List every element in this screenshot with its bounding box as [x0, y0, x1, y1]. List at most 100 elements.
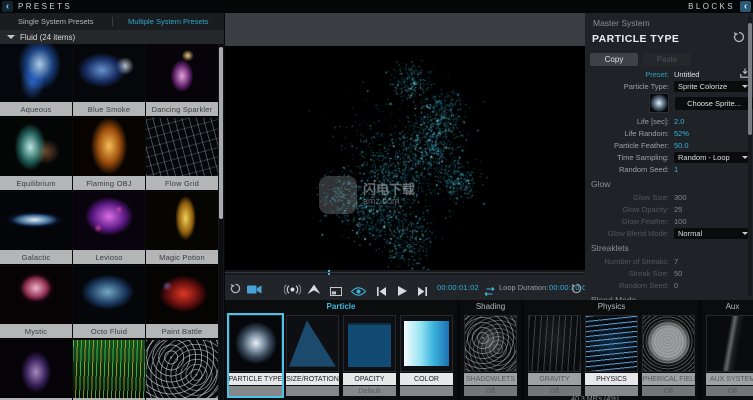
- reset-params-icon[interactable]: [733, 30, 745, 48]
- preset-thumbnail: [73, 340, 145, 398]
- block-card-label: OPACITY: [343, 373, 396, 385]
- param-value[interactable]: Untitled: [674, 70, 699, 79]
- block-card[interactable]: AUX SYSTEMOff: [706, 315, 753, 396]
- param-value[interactable]: 7: [674, 257, 678, 266]
- param-value[interactable]: 100: [674, 217, 687, 226]
- preset-item[interactable]: Paint Battle: [146, 266, 218, 339]
- preset-thumbnail: [73, 44, 145, 102]
- preset-thumbnail: [0, 266, 72, 324]
- render-area: 闪电下载 amz.com: [225, 46, 585, 270]
- sprite-thumbnail[interactable]: [649, 93, 669, 113]
- preset-thumbnail: [73, 266, 145, 324]
- block-card[interactable]: PHYSICS: [585, 315, 638, 396]
- inspector-scrollbar-thumb[interactable]: [748, 23, 752, 135]
- preset-thumbnail: [146, 192, 218, 250]
- back-chevron-icon[interactable]: ‹: [2, 1, 13, 12]
- dropdown[interactable]: Sprite Colorize: [674, 81, 752, 92]
- preset-item[interactable]: Dancing Sparkler: [146, 44, 218, 117]
- preset-name: Octo Fluid: [73, 324, 145, 338]
- preset-item[interactable]: Blue Smoke: [73, 44, 145, 117]
- preset-item[interactable]: Flaming OBJ: [73, 118, 145, 191]
- choose-sprite-button[interactable]: Choose Sprite...: [675, 97, 753, 110]
- block-card[interactable]: PARTICLE TYPE: [229, 315, 282, 396]
- wing-icon[interactable]: [307, 282, 321, 300]
- prev-frame-icon[interactable]: [377, 283, 386, 301]
- preset-thumbnail: [146, 266, 218, 324]
- preset-name: Levioso: [73, 250, 145, 264]
- block-card[interactable]: SPHERICAL FIELDOff: [642, 315, 695, 396]
- param-label: Number of Streaks:: [585, 257, 674, 266]
- param-value[interactable]: 300: [674, 193, 687, 202]
- loop-icon[interactable]: [483, 283, 496, 301]
- next-frame-icon[interactable]: [418, 283, 427, 301]
- param-row: Particle Feather:50.0: [585, 140, 753, 150]
- panel-title: PARTICLE TYPE: [592, 33, 679, 45]
- block-card-sub: Off: [464, 386, 517, 396]
- preset-item[interactable]: Flow Grid: [146, 118, 218, 191]
- preset-item[interactable]: Rising Bubbles: [146, 340, 218, 400]
- section-tab[interactable]: Shading: [460, 300, 521, 313]
- motion-blur-icon[interactable]: [284, 282, 301, 300]
- block-card[interactable]: SHADOWLETSOff: [464, 315, 517, 396]
- tab-multiple-system-presets[interactable]: Multiple System Presets: [113, 17, 225, 26]
- section-tab[interactable]: Aux: [702, 300, 753, 313]
- preset-item[interactable]: Rainbow Drop: [73, 340, 145, 400]
- preset-name: Flow Grid: [146, 176, 218, 190]
- param-row: Streak Size:50: [585, 268, 753, 278]
- reset-loop-icon[interactable]: [571, 281, 582, 299]
- preset-name: Magic Potion: [146, 250, 218, 264]
- play-icon[interactable]: [398, 283, 407, 301]
- section-tab[interactable]: Physics: [524, 300, 699, 313]
- card-row: GRAVITYOffPHYSICSSPHERICAL FIELDOff: [524, 313, 699, 396]
- dropdown-value: Normal: [678, 229, 702, 238]
- screen-icon[interactable]: [330, 283, 342, 301]
- block-card-label: COLOR: [400, 373, 453, 385]
- param-row: Glow Size:300: [585, 192, 753, 202]
- section-tab[interactable]: Particle: [225, 300, 457, 313]
- param-value[interactable]: 52%: [674, 129, 689, 138]
- param-row: Life Random:52%: [585, 128, 753, 138]
- preset-group-header[interactable]: Fluid (24 items): [0, 30, 224, 44]
- tab-single-system-presets[interactable]: Single System Presets: [0, 17, 112, 26]
- block-card-sub: Off: [706, 386, 753, 396]
- copy-button[interactable]: Copy: [590, 53, 638, 66]
- paste-button[interactable]: Paste: [643, 53, 691, 66]
- loop-duration-label: Loop Duration:: [499, 283, 548, 292]
- preset-group-label: Fluid (24 items): [20, 33, 75, 42]
- block-card[interactable]: OPACITYDefault: [343, 315, 396, 396]
- param-value[interactable]: 50.0: [674, 141, 689, 150]
- preset-item[interactable]: Phantom: [0, 340, 72, 400]
- collapse-panel-chevron-icon[interactable]: ‹: [740, 1, 751, 12]
- param-label: Particle Feather:: [585, 141, 674, 150]
- param-value[interactable]: 0: [674, 281, 678, 290]
- visibility-eye-icon[interactable]: [351, 283, 366, 301]
- block-card[interactable]: GRAVITYOff: [528, 315, 581, 396]
- preset-item[interactable]: Mystic: [0, 266, 72, 339]
- inspector-scrollbar[interactable]: [748, 17, 752, 296]
- dropdown[interactable]: Random - Loop: [674, 152, 752, 163]
- camera-icon[interactable]: [247, 282, 262, 300]
- param-value[interactable]: 1: [674, 165, 678, 174]
- gravity-thumb-icon: [528, 315, 581, 372]
- param-label: Particle Type:: [585, 82, 674, 91]
- reset-view-icon[interactable]: [230, 281, 241, 299]
- preset-item[interactable]: Equilibrium: [0, 118, 72, 191]
- dropdown[interactable]: Normal: [674, 228, 752, 239]
- block-card-sub: Default: [343, 386, 396, 396]
- preset-item[interactable]: Levioso: [73, 192, 145, 265]
- preset-item[interactable]: Octo Fluid: [73, 266, 145, 339]
- preset-item[interactable]: Galactic: [0, 192, 72, 265]
- collapse-caret-icon: [7, 35, 15, 43]
- param-value[interactable]: 25: [674, 205, 682, 214]
- param-value[interactable]: 2.0: [674, 117, 684, 126]
- dropdown-value: Sprite Colorize: [678, 82, 727, 91]
- sidebar-scrollbar[interactable]: [219, 44, 223, 400]
- block-card[interactable]: SIZE/ROTATION: [286, 315, 339, 396]
- preset-item[interactable]: Magic Potion: [146, 192, 218, 265]
- preset-item[interactable]: Aqueous: [0, 44, 72, 117]
- param-value[interactable]: 50: [674, 269, 682, 278]
- param-row: Random Seed:1: [585, 164, 753, 174]
- block-card[interactable]: COLOR: [400, 315, 453, 396]
- scrollbar-thumb[interactable]: [219, 47, 223, 219]
- watermark-line1: 闪电下载: [363, 183, 415, 197]
